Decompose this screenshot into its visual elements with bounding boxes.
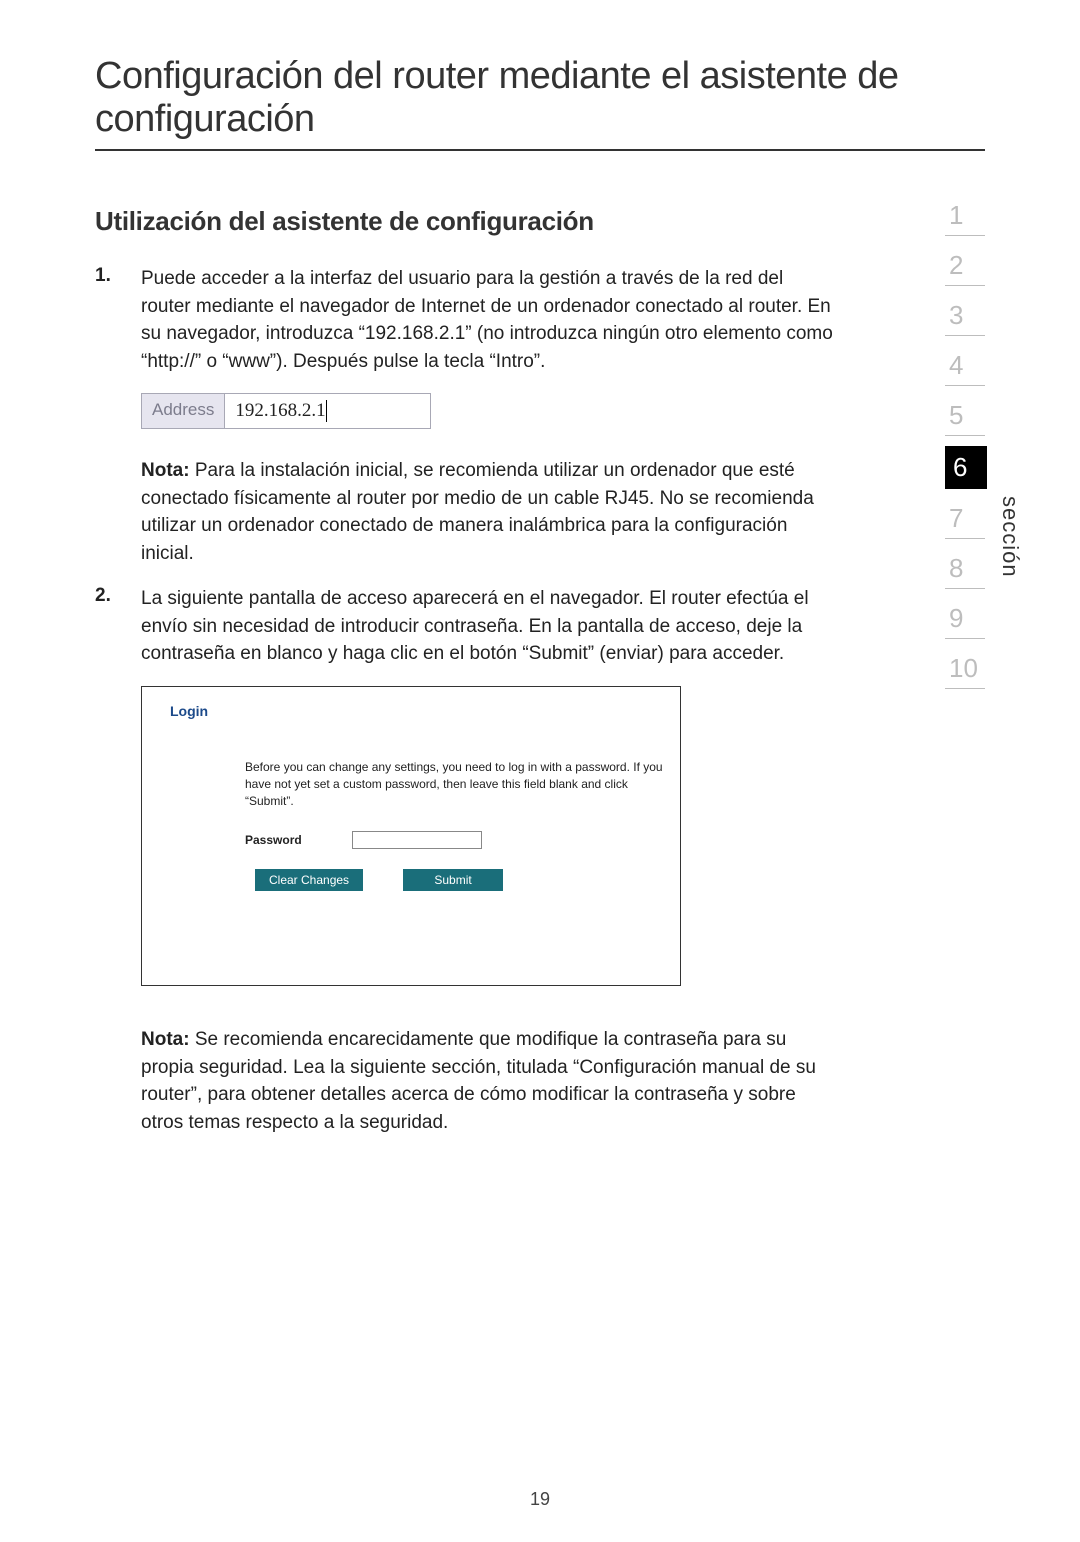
- page-number: 19: [0, 1489, 1080, 1510]
- section-link-7[interactable]: 7: [945, 489, 985, 539]
- login-password-row: Password: [245, 831, 664, 849]
- address-field: 192.168.2.1: [225, 394, 430, 428]
- note-text: Nota: Para la instalación inicial, se re…: [141, 457, 835, 567]
- section-nav: 1 2 3 4 5 6 7 8 9 10 sección: [945, 186, 1005, 689]
- section-link-3[interactable]: 3: [945, 286, 985, 336]
- login-password-input: [352, 831, 482, 849]
- step-text: Puede acceder a la interfaz del usuario …: [141, 265, 835, 375]
- section-link-5[interactable]: 5: [945, 386, 985, 436]
- note-body: Se recomienda encarecidamente que modifi…: [141, 1029, 816, 1133]
- login-heading: Login: [170, 703, 664, 719]
- login-panel-illustration: Login Before you can change any settings…: [141, 686, 681, 986]
- section-link-2[interactable]: 2: [945, 236, 985, 286]
- step-number: 1.: [95, 265, 141, 375]
- section-link-10[interactable]: 10: [945, 639, 985, 689]
- content-area: 1. Puede acceder a la interfaz del usuar…: [95, 265, 835, 1136]
- step-1: 1. Puede acceder a la interfaz del usuar…: [95, 265, 835, 375]
- section-subtitle: Utilización del asistente de configuraci…: [95, 206, 985, 237]
- note-label: Nota:: [141, 1029, 190, 1050]
- section-link-9[interactable]: 9: [945, 589, 985, 639]
- address-label: Address: [142, 394, 225, 428]
- note-body: Para la instalación inicial, se recomien…: [141, 460, 814, 564]
- note-label: Nota:: [141, 460, 190, 481]
- note-2: Nota: Se recomienda encarecidamente que …: [95, 1026, 835, 1136]
- section-link-1[interactable]: 1: [945, 186, 985, 236]
- clear-changes-button: Clear Changes: [255, 869, 363, 891]
- step-number: 2.: [95, 585, 141, 668]
- section-link-4[interactable]: 4: [945, 336, 985, 386]
- submit-button: Submit: [403, 869, 503, 891]
- step-2: 2. La siguiente pantalla de acceso apare…: [95, 585, 835, 668]
- login-password-label: Password: [245, 833, 302, 847]
- section-link-8[interactable]: 8: [945, 539, 985, 589]
- section-link-current[interactable]: 6: [945, 446, 987, 489]
- login-button-row: Clear Changes Submit: [255, 869, 664, 891]
- address-value: 192.168.2.1: [235, 400, 326, 422]
- note-1: Nota: Para la instalación inicial, se re…: [95, 457, 835, 567]
- page-title: Configuración del router mediante el asi…: [95, 55, 985, 151]
- step-text: La siguiente pantalla de acceso aparecer…: [141, 585, 835, 668]
- section-nav-label: sección: [997, 496, 1023, 578]
- note-text: Nota: Se recomienda encarecidamente que …: [141, 1026, 835, 1136]
- address-bar-illustration: Address 192.168.2.1: [141, 393, 431, 429]
- login-description: Before you can change any settings, you …: [245, 759, 675, 809]
